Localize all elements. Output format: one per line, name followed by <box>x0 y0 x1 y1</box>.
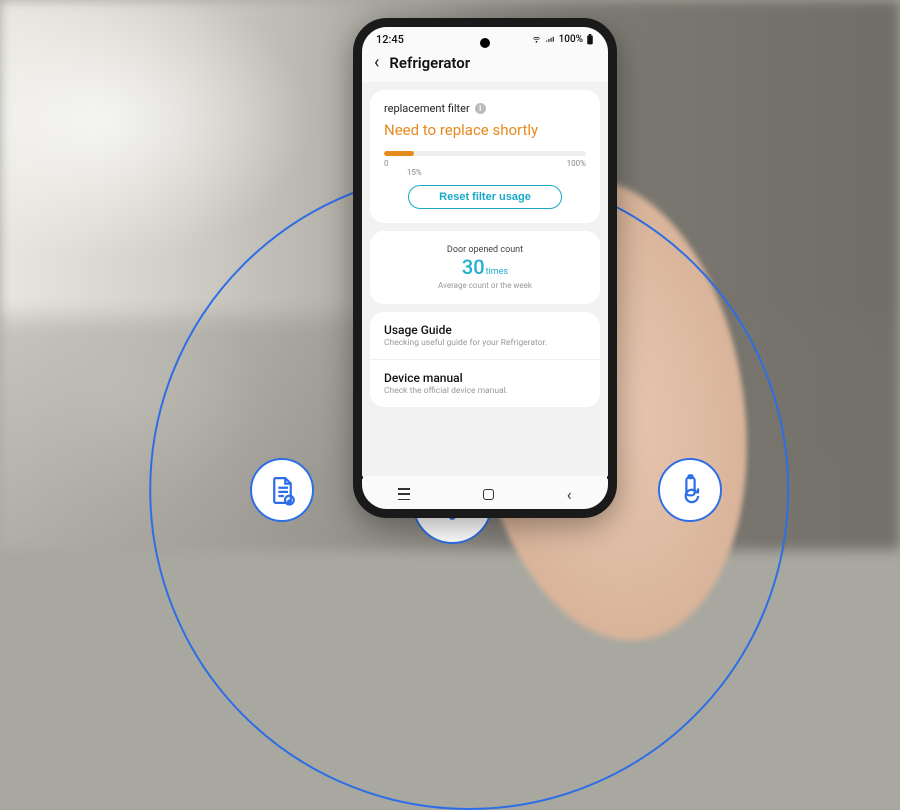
list-item-device-manual[interactable]: Device manual Check the official device … <box>370 360 600 407</box>
info-icon[interactable]: i <box>475 103 486 114</box>
filter-progress: 0 100% 15% <box>384 151 586 171</box>
status-right: 100% <box>531 34 594 45</box>
signal-icon <box>545 35 556 44</box>
water-filter-refresh-icon <box>674 474 707 507</box>
door-count-unit: times <box>486 267 508 277</box>
list-item-usage-guide[interactable]: Usage Guide Checking useful guide for yo… <box>370 312 600 360</box>
scale-max: 100% <box>567 159 586 168</box>
list-subtitle: Check the official device manual. <box>384 386 586 396</box>
filter-status-text: Need to replace shortly <box>384 121 586 139</box>
reset-filter-button[interactable]: Reset filter usage <box>408 185 562 209</box>
document-check-badge <box>250 458 314 522</box>
filter-label: replacement filter <box>384 102 470 115</box>
door-count-card: Door opened count 30times Average count … <box>370 231 600 304</box>
wifi-status-icon <box>531 35 542 44</box>
nav-back-button[interactable]: ‹ <box>567 485 572 504</box>
scale-tick: 15% <box>407 168 422 177</box>
document-check-icon <box>266 474 299 507</box>
list-title: Usage Guide <box>384 323 586 337</box>
list-title: Device manual <box>384 371 586 385</box>
door-count-subtitle: Average count or the week <box>380 281 590 290</box>
camera-punch-hole <box>480 38 490 48</box>
phone-frame: 12:45 100% ‹ Refrigerator replacement fi… <box>353 18 617 518</box>
android-navbar: ‹ <box>362 479 608 509</box>
progress-track <box>384 151 586 156</box>
status-time: 12:45 <box>376 33 404 46</box>
screen-body[interactable]: replacement filter i Need to replace sho… <box>362 82 608 476</box>
scale-min: 0 <box>384 159 389 168</box>
door-count-value: 30 <box>462 255 485 279</box>
page-title: Refrigerator <box>389 54 470 72</box>
guides-list: Usage Guide Checking useful guide for yo… <box>370 312 600 407</box>
battery-icon <box>586 34 594 45</box>
nav-home-button[interactable] <box>483 489 494 500</box>
screen-header: ‹ Refrigerator <box>362 48 608 82</box>
back-button[interactable]: ‹ <box>374 54 379 72</box>
replacement-filter-card: replacement filter i Need to replace sho… <box>370 90 600 223</box>
nav-recent-button[interactable] <box>398 488 410 500</box>
progress-fill <box>384 151 414 156</box>
door-count-title: Door opened count <box>380 245 590 255</box>
list-subtitle: Checking useful guide for your Refrigera… <box>384 338 586 348</box>
battery-text: 100% <box>559 34 583 45</box>
filter-refresh-badge <box>658 458 722 522</box>
